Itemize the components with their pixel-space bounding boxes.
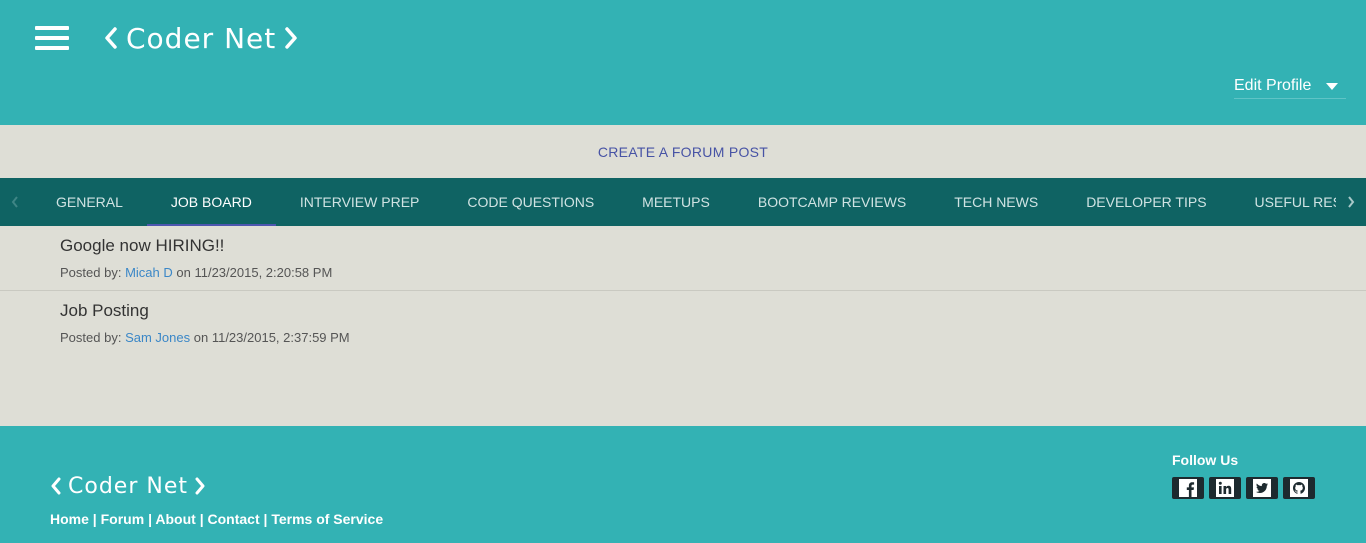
tab-meetups[interactable]: MEETUPS: [618, 178, 734, 226]
edit-profile-label: Edit Profile: [1234, 77, 1312, 94]
footer-links: Home | Forum | About | Contact | Terms o…: [50, 511, 383, 527]
footer-logo-text: Coder Net: [68, 473, 188, 499]
create-forum-post-link[interactable]: CREATE A FORUM POST: [598, 144, 768, 160]
post-timestamp: 11/23/2015, 2:20:58 PM: [194, 265, 333, 280]
site-logo[interactable]: Coder Net: [104, 18, 298, 58]
social-links: [1172, 477, 1315, 499]
on-label: on: [176, 265, 191, 280]
create-post-bar: CREATE A FORUM POST: [0, 125, 1366, 178]
tab-interview-prep[interactable]: INTERVIEW PREP: [276, 178, 444, 226]
footer-logo[interactable]: Coder Net: [50, 471, 206, 501]
link-separator: |: [199, 511, 204, 527]
tab-tech-news[interactable]: TECH NEWS: [930, 178, 1062, 226]
tab-job-board[interactable]: JOB BOARD: [147, 178, 276, 226]
tab-developer-tips[interactable]: DEVELOPER TIPS: [1062, 178, 1230, 226]
link-separator: |: [92, 511, 97, 527]
github-icon[interactable]: [1283, 477, 1315, 499]
app-header: Coder Net Edit Profile: [0, 0, 1366, 125]
list-item: Job Posting Posted by: Sam Jones on 11/2…: [0, 291, 1366, 366]
footer-link-forum[interactable]: Forum: [101, 511, 145, 527]
footer-link-home[interactable]: Home: [50, 511, 89, 527]
follow-us-label: Follow Us: [1172, 452, 1239, 468]
posted-by-label: Posted by:: [60, 330, 122, 345]
chevron-right-icon: [285, 27, 297, 49]
link-separator: |: [148, 511, 152, 527]
chevron-right-icon: [1348, 196, 1355, 208]
edit-profile-dropdown[interactable]: Edit Profile: [1234, 75, 1346, 99]
post-meta: Posted by: Micah D on 11/23/2015, 2:20:5…: [60, 265, 332, 280]
footer-link-contact[interactable]: Contact: [208, 511, 260, 527]
twitter-icon[interactable]: [1246, 477, 1278, 499]
linkedin-icon[interactable]: [1209, 477, 1241, 499]
post-author-link[interactable]: Micah D: [125, 265, 173, 280]
category-tabs: GENERAL JOB BOARD INTERVIEW PREP CODE QU…: [0, 178, 1366, 226]
tab-useful-resources[interactable]: USEFUL RES: [1231, 178, 1336, 226]
logo-text: Coder Net: [126, 21, 277, 55]
chevron-right-icon: [195, 477, 205, 495]
footer-link-about[interactable]: About: [155, 511, 195, 527]
post-author-link[interactable]: Sam Jones: [125, 330, 190, 345]
tab-bootcamp-reviews[interactable]: BOOTCAMP REVIEWS: [734, 178, 930, 226]
chevron-left-icon: [51, 477, 61, 495]
tabs-scroll-left-button[interactable]: [0, 178, 30, 226]
on-label: on: [193, 330, 209, 345]
post-meta: Posted by: Sam Jones on 11/23/2015, 2:37…: [60, 330, 350, 345]
list-item: Google now HIRING!! Posted by: Micah D o…: [0, 226, 1366, 291]
post-timestamp: 11/23/2015, 2:37:59 PM: [211, 330, 350, 345]
post-title[interactable]: Job Posting: [60, 301, 149, 321]
posted-by-label: Posted by:: [60, 265, 122, 280]
menu-icon[interactable]: [35, 26, 69, 50]
chevron-left-icon: [11, 196, 18, 208]
post-title[interactable]: Google now HIRING!!: [60, 236, 224, 256]
facebook-icon[interactable]: [1172, 477, 1204, 499]
link-separator: |: [263, 511, 268, 527]
chevron-left-icon: [105, 27, 117, 49]
site-footer: Coder Net Home | Forum | About | Contact…: [0, 426, 1366, 543]
tab-general[interactable]: GENERAL: [32, 178, 147, 226]
footer-link-terms[interactable]: Terms of Service: [271, 511, 383, 527]
tabs-scroll-right-button[interactable]: [1336, 178, 1366, 226]
post-list: Google now HIRING!! Posted by: Micah D o…: [0, 226, 1366, 366]
tab-code-questions[interactable]: CODE QUESTIONS: [443, 178, 618, 226]
caret-down-icon: [1326, 83, 1338, 90]
